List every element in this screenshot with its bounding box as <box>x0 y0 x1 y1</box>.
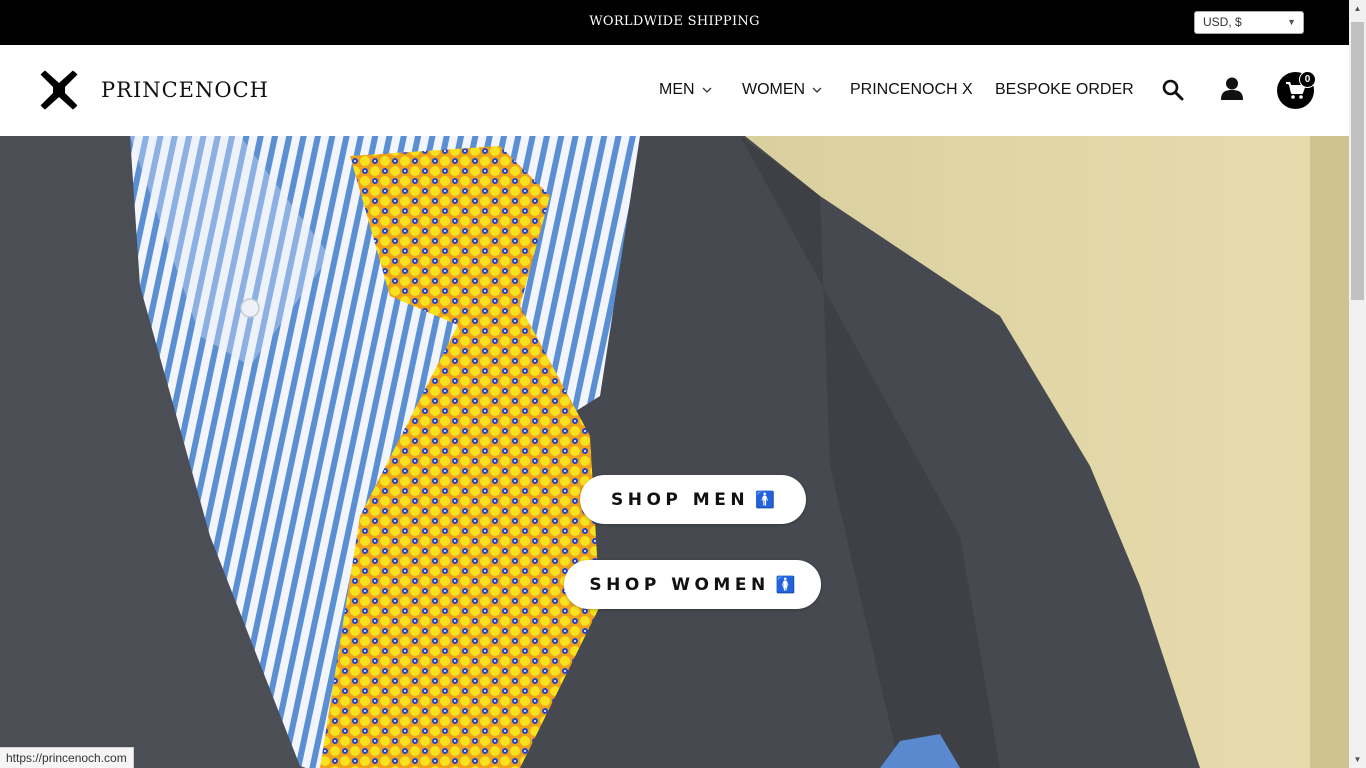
brand-logo-icon[interactable] <box>33 65 85 115</box>
hero-image <box>0 136 1349 768</box>
nav-item-label: WOMEN <box>742 81 806 98</box>
scroll-up-icon[interactable]: ▲ <box>1349 0 1366 17</box>
nav-item-princenoch-x[interactable]: PRINCENOCH X <box>850 81 973 99</box>
nav-item-label: MEN <box>659 81 695 98</box>
scroll-down-icon[interactable]: ▼ <box>1349 751 1366 768</box>
status-url: https://princenoch.com <box>0 747 134 768</box>
male-icon: 🚹 <box>755 490 775 509</box>
nav-item-label: PRINCENOCH X <box>850 81 973 98</box>
nav-item-label: BESPOKE ORDER <box>995 81 1134 98</box>
search-icon[interactable] <box>1162 79 1184 101</box>
site-header: PRINCENOCH MEN WOMEN PRINCENOCH X BESPOK… <box>0 45 1349 136</box>
nav-item-men[interactable]: MEN <box>659 81 713 99</box>
chevron-down-icon <box>702 87 712 93</box>
announcement-bar: WORLDWIDE SHIPPING USD, $ ▼ <box>0 0 1349 45</box>
shop-women-button[interactable]: SHOP WOMEN 🚺 <box>564 560 821 609</box>
shop-women-label: SHOP WOMEN <box>589 574 770 595</box>
cart-count-badge: 0 <box>1299 71 1316 88</box>
user-icon[interactable] <box>1221 77 1243 101</box>
nav-item-bespoke-order[interactable]: BESPOKE ORDER <box>995 81 1134 99</box>
brand-name[interactable]: PRINCENOCH <box>101 78 269 102</box>
hero-banner: SHOP MEN 🚹 SHOP WOMEN 🚺 <box>0 136 1349 768</box>
scrollbar-thumb[interactable] <box>1351 22 1364 300</box>
caret-down-icon: ▼ <box>1287 17 1296 27</box>
chevron-down-icon <box>812 87 822 93</box>
nav-item-women[interactable]: WOMEN <box>742 81 823 99</box>
currency-value: USD, $ <box>1203 15 1242 29</box>
female-icon: 🚺 <box>775 575 796 594</box>
page-scrollbar[interactable]: ▲ ▼ <box>1349 0 1366 768</box>
shop-men-button[interactable]: SHOP MEN 🚹 <box>580 475 806 524</box>
currency-select[interactable]: USD, $ ▼ <box>1194 11 1304 34</box>
announcement-text: WORLDWIDE SHIPPING <box>589 14 760 29</box>
shop-men-label: SHOP MEN <box>611 489 750 510</box>
